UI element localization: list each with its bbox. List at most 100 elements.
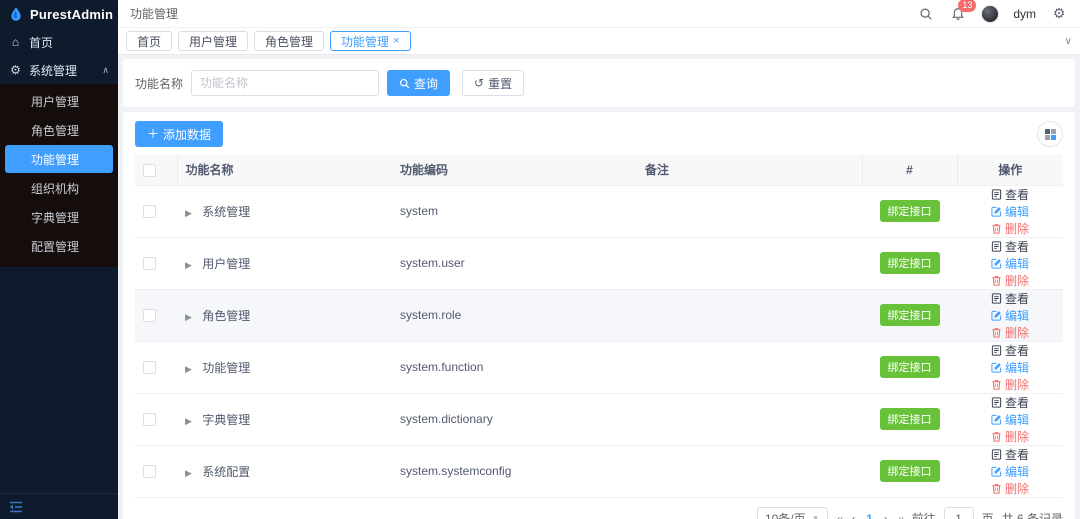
row-checkbox[interactable] xyxy=(143,361,156,374)
prev-page-button[interactable]: ‹ xyxy=(850,512,856,519)
delete-link[interactable]: 删除 xyxy=(991,428,1029,445)
sidebar-item-label: 首页 xyxy=(29,34,109,51)
trash-icon xyxy=(991,379,1002,390)
edit-link[interactable]: 编辑 xyxy=(991,203,1029,220)
tab-users[interactable]: 用户管理 xyxy=(178,31,248,51)
row-checkbox[interactable] xyxy=(143,309,156,322)
gear-icon: ⚙ xyxy=(9,63,22,77)
goto-page-input[interactable] xyxy=(944,507,974,519)
tab-roles[interactable]: 角色管理 xyxy=(254,31,324,51)
edit-link[interactable]: 编辑 xyxy=(991,411,1029,428)
row-checkbox[interactable] xyxy=(143,465,156,478)
page-number[interactable]: 1 xyxy=(864,512,875,519)
bind-api-button[interactable]: 绑定接口 xyxy=(880,304,940,326)
delete-link[interactable]: 删除 xyxy=(991,324,1029,341)
first-page-button[interactable]: « xyxy=(836,512,843,519)
functions-table: 功能名称 功能编码 备注 # 操作 ▶ 系统管理 xyxy=(135,155,1063,498)
reset-button[interactable]: ↺ 重置 xyxy=(462,70,524,96)
sidebar-item-roles[interactable]: 角色管理 xyxy=(5,116,113,144)
table-row: ▶ 系统管理 system 绑定接口 查 xyxy=(135,185,1063,237)
select-all-checkbox[interactable] xyxy=(143,164,156,177)
expand-row-icon[interactable]: ▶ xyxy=(185,260,192,270)
edit-link[interactable]: 编辑 xyxy=(991,359,1029,376)
header-operations: 操作 xyxy=(957,155,1063,185)
tab-label: 功能管理 xyxy=(341,33,389,50)
plus-icon: ＋ xyxy=(147,128,159,140)
row-select-cell xyxy=(135,393,177,445)
delete-link[interactable]: 删除 xyxy=(991,376,1029,393)
row-code: system xyxy=(392,185,637,237)
collapse-sidebar-icon[interactable] xyxy=(9,500,23,514)
expand-row-icon[interactable]: ▶ xyxy=(185,468,192,478)
last-page-button[interactable]: » xyxy=(897,512,904,519)
view-link[interactable]: 查看 xyxy=(991,290,1029,307)
expand-row-icon[interactable]: ▶ xyxy=(185,312,192,322)
view-link[interactable]: 查看 xyxy=(991,238,1029,255)
edit-link[interactable]: 编辑 xyxy=(991,463,1029,480)
table-panel: ＋ 添加数据 功能名称 xyxy=(123,112,1075,519)
row-name-cell: ▶ 角色管理 xyxy=(177,289,392,341)
view-link[interactable]: 查看 xyxy=(991,446,1029,463)
page-size-select[interactable]: 10条/页 ▼ xyxy=(757,507,828,519)
topbar: 功能管理 13 dym ⚙ xyxy=(118,0,1080,28)
chevron-up-icon: ∧ xyxy=(102,65,109,76)
notifications-bell-icon[interactable]: 13 xyxy=(949,5,967,23)
row-operations-cell: 查看 编辑 xyxy=(957,445,1063,497)
edit-icon xyxy=(991,466,1002,477)
row-code: system.systemconfig xyxy=(392,445,637,497)
delete-link[interactable]: 删除 xyxy=(991,480,1029,497)
row-checkbox[interactable] xyxy=(143,205,156,218)
next-page-button[interactable]: › xyxy=(883,512,889,519)
view-link[interactable]: 查看 xyxy=(991,342,1029,359)
bind-api-button[interactable]: 绑定接口 xyxy=(880,252,940,274)
sidebar-item-config[interactable]: 配置管理 xyxy=(5,232,113,260)
row-operations-cell: 查看 编辑 xyxy=(957,393,1063,445)
tab-close-icon[interactable]: × xyxy=(393,35,399,47)
column-settings-button[interactable] xyxy=(1037,121,1063,147)
chevron-down-icon[interactable]: ∨ xyxy=(1065,36,1072,47)
query-button[interactable]: 查询 xyxy=(387,70,450,96)
sidebar-item-home[interactable]: ⌂ 首页 xyxy=(0,28,118,56)
sidebar-item-functions[interactable]: 功能管理 xyxy=(5,145,113,173)
edit-link[interactable]: 编辑 xyxy=(991,307,1029,324)
view-link[interactable]: 查看 xyxy=(991,186,1029,203)
table-row: ▶ 字典管理 system.dictionary 绑定接口 xyxy=(135,393,1063,445)
tab-home[interactable]: 首页 xyxy=(126,31,172,51)
bind-api-button[interactable]: 绑定接口 xyxy=(880,200,940,222)
avatar[interactable] xyxy=(981,5,999,23)
topbar-actions: 13 dym ⚙ xyxy=(917,5,1068,23)
table-body: ▶ 系统管理 system 绑定接口 查 xyxy=(135,185,1063,497)
sidebar-footer xyxy=(0,493,118,519)
tab-functions[interactable]: 功能管理 × xyxy=(330,31,410,51)
expand-row-icon[interactable]: ▶ xyxy=(185,416,192,426)
bind-api-button[interactable]: 绑定接口 xyxy=(880,460,940,482)
edit-link[interactable]: 编辑 xyxy=(991,255,1029,272)
search-input[interactable] xyxy=(191,70,379,96)
row-operations-cell: 查看 编辑 xyxy=(957,237,1063,289)
row-remark xyxy=(637,237,862,289)
delete-link[interactable]: 删除 xyxy=(991,272,1029,289)
settings-gear-icon[interactable]: ⚙ xyxy=(1050,5,1068,23)
sidebar-item-dictionary[interactable]: 字典管理 xyxy=(5,203,113,231)
add-data-button[interactable]: ＋ 添加数据 xyxy=(135,121,223,147)
grid-icon xyxy=(1045,129,1056,140)
expand-row-icon[interactable]: ▶ xyxy=(185,364,192,374)
row-checkbox[interactable] xyxy=(143,413,156,426)
expand-row-icon[interactable]: ▶ xyxy=(185,208,192,218)
toolbar-right xyxy=(1037,121,1063,147)
bind-api-button[interactable]: 绑定接口 xyxy=(880,408,940,430)
row-checkbox[interactable] xyxy=(143,257,156,270)
search-icon[interactable] xyxy=(917,5,935,23)
bind-api-button[interactable]: 绑定接口 xyxy=(880,356,940,378)
row-hash-cell: 绑定接口 xyxy=(862,393,957,445)
app-logo[interactable]: PurestAdmin xyxy=(0,0,118,28)
delete-link[interactable]: 删除 xyxy=(991,220,1029,237)
view-link[interactable]: 查看 xyxy=(991,394,1029,411)
document-icon xyxy=(991,345,1002,356)
sidebar-item-users[interactable]: 用户管理 xyxy=(5,87,113,115)
table-header-row: 功能名称 功能编码 备注 # 操作 xyxy=(135,155,1063,185)
sidebar-item-system[interactable]: ⚙ 系统管理 ∧ xyxy=(0,56,118,84)
row-operations-cell: 查看 编辑 xyxy=(957,185,1063,237)
row-hash-cell: 绑定接口 xyxy=(862,341,957,393)
sidebar-item-organization[interactable]: 组织机构 xyxy=(5,174,113,202)
